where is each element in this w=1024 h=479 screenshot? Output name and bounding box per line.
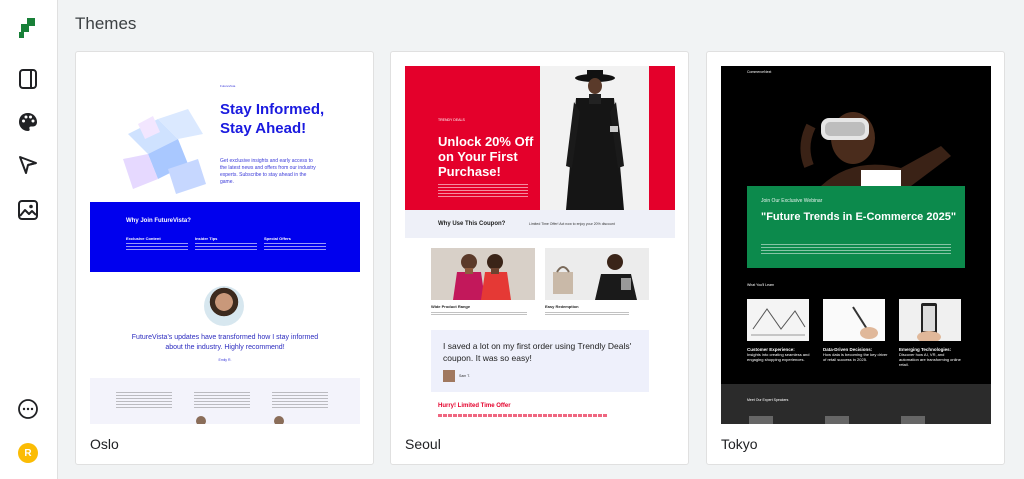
oslo-quote: FutureVista's updates have transformed h… (131, 334, 319, 351)
seoul-coupon-band: Why Use This Coupon? Limited Time Offer!… (405, 210, 675, 238)
product-text (431, 312, 527, 316)
theme-name: Tokyo (721, 436, 758, 452)
tokyo-headline: "Future Trends in E-Commerce 2025" (761, 211, 957, 223)
tokyo-topic-text: Insights into creating seamless and enga… (747, 352, 810, 362)
page-title: Themes (75, 14, 137, 33)
tokyo-kicker: Join Our Exclusive Webinar (761, 198, 823, 204)
sketch-photo (747, 299, 809, 341)
seoul-quote: I saved a lot on my first order using Tr… (443, 341, 632, 363)
product-photo-women (431, 248, 535, 300)
speaker-photo (901, 416, 925, 424)
speaker-photo (749, 416, 773, 424)
product-text (545, 312, 629, 316)
send-icon (19, 156, 37, 174)
tokyo-section-title: What You'll Learn (747, 283, 775, 287)
product-caption: Wide Product Range (431, 304, 471, 309)
sidebar-item-themes[interactable] (13, 107, 43, 137)
oslo-brand: FutureVista (220, 84, 236, 88)
seoul-hero-accent (649, 66, 675, 210)
testimonial-avatar (196, 416, 206, 424)
palette-icon (19, 113, 37, 131)
main-content: Themes FutureVista Stay Informed, Stay A… (59, 0, 1024, 479)
theme-card-oslo[interactable]: FutureVista Stay Informed, Stay Ahead! G… (75, 51, 374, 465)
seoul-hero: TRENDY DEALS Unlock 20% Off on Your Firs… (405, 66, 540, 210)
seoul-hurry: Hurry! Limited Time Offer (438, 403, 511, 409)
app-logo-icon[interactable] (17, 18, 39, 40)
theme-preview-oslo: FutureVista Stay Informed, Stay Ahead! G… (90, 66, 360, 424)
writing-hand-photo (823, 299, 885, 341)
templates-icon (19, 69, 37, 89)
sidebar-item-media[interactable] (13, 195, 43, 225)
tokyo-topic-text: Discover how AI, VR, and automation are … (899, 352, 961, 367)
product-caption: Easy Redemption (545, 304, 579, 309)
testimonial-avatar (274, 416, 284, 424)
tokyo-webinar-banner: Join Our Exclusive Webinar "Future Trend… (747, 186, 965, 268)
oslo-feature-band: Why Join FutureVista? Exclusive Content … (90, 202, 360, 272)
tokyo-speakers: Meet Our Expert Speakers (721, 384, 991, 424)
theme-card-tokyo[interactable]: CommerceNext Join Our Exclusive Webinar … (706, 51, 1005, 465)
theme-preview-tokyo: CommerceNext Join Our Exclusive Webinar … (721, 66, 991, 424)
seoul-tag: TRENDY DEALS (438, 118, 465, 122)
vr-headset-person-photo (791, 86, 961, 186)
testimonial-text (116, 392, 172, 408)
product-photo-bags (545, 248, 649, 300)
seoul-hurry-text (438, 414, 608, 417)
seoul-testimonial: I saved a lot on my first order using Tr… (431, 330, 649, 392)
oslo-feature-text (126, 243, 188, 251)
sidebar-item-more[interactable] (13, 394, 43, 424)
oslo-feature-text (195, 243, 257, 251)
speaker-photo (825, 416, 849, 424)
seoul-hero-text (438, 184, 528, 198)
testimonial-text (272, 392, 328, 408)
oslo-author: Emily R. (218, 358, 232, 362)
seoul-headline: Unlock 20% Off on Your First Purchase! (438, 134, 534, 179)
sidebar-item-send[interactable] (13, 150, 43, 180)
theme-name: Seoul (405, 436, 441, 452)
theme-card-seoul[interactable]: TRENDY DEALS Unlock 20% Off on Your Firs… (390, 51, 689, 465)
testimonial-text (194, 392, 250, 408)
tokyo-speakers-title: Meet Our Expert Speakers (747, 398, 789, 402)
sidebar: R (0, 0, 58, 479)
oslo-feature-text (264, 243, 326, 251)
phone-hand-photo (899, 299, 961, 341)
user-avatar[interactable]: R (18, 443, 38, 463)
oslo-feature: Special Offers (264, 236, 291, 241)
testimonial-photo (204, 286, 244, 326)
tokyo-brand: CommerceNext (747, 70, 772, 74)
theme-preview-seoul: TRENDY DEALS Unlock 20% Off on Your Firs… (405, 66, 675, 424)
tokyo-banner-text (761, 244, 951, 254)
oslo-testimonials (90, 378, 360, 424)
seoul-band-title: Why Use This Coupon? (438, 221, 506, 227)
oslo-headline: Stay Informed, Stay Ahead! (220, 101, 325, 137)
fashion-model-photo (540, 66, 649, 210)
tokyo-topic-text: How data is becoming the key driver of r… (823, 352, 888, 362)
oslo-feature: Insider Tips (195, 236, 218, 241)
theme-name: Oslo (90, 436, 119, 452)
image-icon (18, 200, 38, 220)
oslo-subtext: Get exclusive insights and early access … (220, 158, 316, 185)
oslo-band-title: Why Join FutureVista? (126, 218, 191, 224)
oslo-feature: Exclusive Content (126, 236, 161, 241)
testimonial-avatar (443, 370, 455, 382)
sidebar-item-templates[interactable] (13, 64, 43, 94)
seoul-band-text: Limited Time Offer! Act now to enjoy you… (529, 222, 615, 226)
more-horizontal-icon (18, 399, 38, 419)
seoul-quote-author: Sam T. (459, 374, 470, 378)
abstract-3d-art-icon (123, 109, 206, 194)
